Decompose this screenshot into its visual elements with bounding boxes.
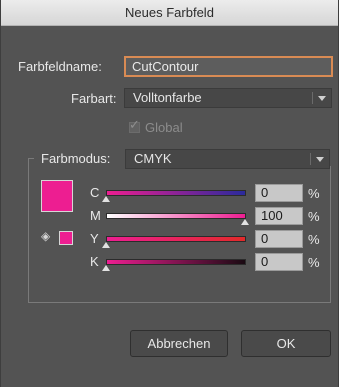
chevron-down-icon — [318, 96, 326, 101]
cyan-slider[interactable] — [106, 190, 246, 196]
channel-k-label: K — [90, 254, 99, 269]
cube-icon[interactable]: ◈ — [41, 229, 55, 243]
black-percent: % — [308, 255, 320, 270]
color-type-label: Farbart: — [71, 91, 117, 106]
color-mode-select[interactable]: CMYK — [125, 149, 330, 169]
swatch-name-label: Farbfeldname: — [18, 59, 102, 74]
magenta-slider-thumb[interactable] — [241, 219, 249, 225]
magenta-slider[interactable] — [106, 213, 246, 219]
channel-c-label: C — [90, 185, 100, 200]
yellow-value-input[interactable] — [255, 230, 303, 248]
cyan-value-input[interactable] — [255, 184, 303, 202]
black-slider[interactable] — [106, 259, 246, 265]
checkmark-icon: ✓ — [129, 117, 140, 132]
cancel-button[interactable]: Abbrechen — [130, 330, 228, 357]
cyan-slider-thumb[interactable] — [102, 196, 110, 202]
color-type-value: Volltonfarbe — [133, 90, 202, 105]
global-label: Global — [145, 120, 183, 135]
yellow-percent: % — [308, 232, 320, 247]
color-preview-swatch — [41, 180, 73, 212]
chevron-down-icon — [316, 157, 324, 162]
black-value-input[interactable] — [255, 253, 303, 271]
yellow-slider-thumb[interactable] — [102, 242, 110, 248]
dialog-window: Neues Farbfeld Farbfeldname: Farbart: Vo… — [0, 0, 339, 387]
color-type-select[interactable]: Volltonfarbe — [124, 88, 332, 108]
magenta-percent: % — [308, 209, 320, 224]
channel-m-label: M — [90, 208, 101, 223]
gamut-swatch[interactable] — [59, 231, 73, 245]
color-mode-value: CMYK — [134, 151, 172, 166]
swatch-name-input[interactable] — [124, 56, 333, 77]
color-mode-label: Farbmodus: — [41, 151, 111, 166]
magenta-value-input[interactable] — [255, 207, 303, 225]
channel-y-label: Y — [90, 231, 99, 246]
cyan-percent: % — [308, 186, 320, 201]
black-slider-thumb[interactable] — [102, 265, 110, 271]
window-title: Neues Farbfeld — [1, 0, 338, 26]
ok-button[interactable]: OK — [241, 330, 331, 357]
yellow-slider[interactable] — [106, 236, 246, 242]
